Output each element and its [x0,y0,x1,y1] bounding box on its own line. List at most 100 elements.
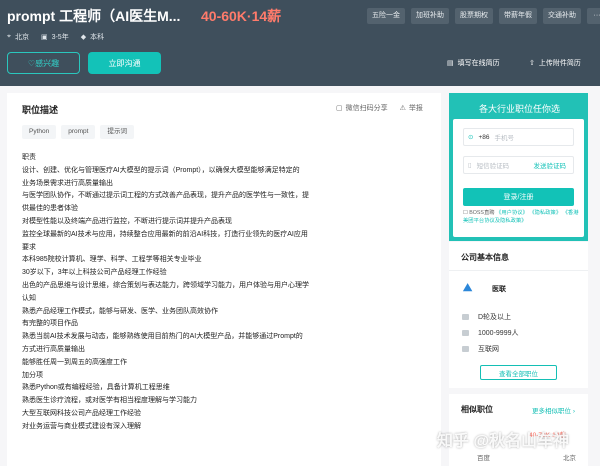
description-line: 出色的产品思维与设计思维，综合策划与表达能力，跨领域学习能力，用户体验与用户心理… [22,280,334,293]
benefit-tag: 带薪年假 [499,8,537,24]
skill-tag: prompt [61,125,95,139]
phone-placeholder: 手机号 [494,132,514,142]
funding-info: D轮及以上 [462,312,511,322]
description-line: 大型互联网科技公司产品经理工作经验 [22,408,334,421]
report-text: 举报 [409,103,423,113]
more-similar-jobs-link[interactable]: 更多相似职位 › [532,405,575,415]
benefit-tag: 五险一金 [367,8,405,24]
description-line: 熟悉产品经理工作模式，能够与研发、医学、业务团队高效协作 [22,306,334,319]
verification-code-input[interactable]: ▯ 短信验证码 发送验证码 [463,156,574,174]
login-register-button[interactable]: 登录/注册 [463,188,574,206]
company-title: 公司基本信息 [461,252,509,263]
report-link[interactable]: ⚠举报 [400,103,423,113]
location-pin-icon: ⌖ [7,33,11,41]
description-line: 对模型性能以及终端产品进行监控，不断进行提示词并提升产品表现 [22,216,334,229]
check-icon: ⊙ [468,133,473,141]
job-header: prompt 工程师（AI医生M... 40-60K·14薪 五险一金 加班补助… [0,0,600,86]
funding-text: D轮及以上 [478,312,511,322]
verification-code-placeholder: 短信验证码 [477,160,510,170]
description-line: 与医学团队协作，不断通过提示词工程的方式改善产品表现，提升产品的医学性与一致性，… [22,190,334,203]
job-meta: ⌖ 北京 ▣ 3-5年 ◆ 本科 [7,32,104,42]
privacy-policy-link[interactable]: 《隐私政策》 [529,210,561,216]
similar-job-city: 北京 [563,452,576,462]
company-name[interactable]: 医联 [492,284,506,294]
industry-text: 互联网 [478,344,499,354]
industry-info: 互联网 [462,344,499,354]
description-line: 熟悉医生诊疗流程，或对医学有相当程度理解与学习能力 [22,395,334,408]
description-line: 方式进行高质量输出 [22,344,334,357]
description-line: 供最佳的患者体验 [22,203,334,216]
user-agreement-link[interactable]: 《用户协议》 [496,210,528,216]
description-line: 设计、创建、优化与管理医疗AI大模型的提示词（Prompt），以确保大模型能够满… [22,165,334,178]
send-code-button[interactable]: 发送验证码 [534,160,567,170]
interest-label: 感兴趣 [35,58,59,69]
job-title: prompt 工程师（AI医生M... [7,6,180,26]
fill-resume-link[interactable]: ▤ 填写在线简历 [447,58,500,68]
industry-icon [462,346,469,352]
login-title: 各大行业职位任你选 [479,102,560,115]
job-description-card: 职位描述 ▢微信扫码分享 ⚠举报 Python prompt 提示词 职责 设计… [7,93,441,466]
description-line: 监控全球最新的AI技术与应用，持续整合应用最新的前沿AI科技，打造行业领先的医疗… [22,229,334,242]
skill-tags: Python prompt 提示词 [22,125,134,139]
briefcase-icon: ▣ [41,33,48,41]
phone-prefix[interactable]: +86 [478,134,489,141]
company-logo-icon: ⛰ [463,282,482,292]
qr-icon: ▢ [336,104,343,112]
login-card: 各大行业职位任你选 ⊙ +86 手机号 ▯ 短信验证码 发送验证码 登录/注册 … [449,93,588,241]
login-form: ⊙ +86 手机号 ▯ 短信验证码 发送验证码 登录/注册 ☐ BOSS直聘 《… [453,119,584,237]
description-line: 熟悉当前AI技术发展与动态，能够熟练使用目前热门的AI大模型产品，并能够通过Pr… [22,331,334,344]
skill-tag: 提示词 [100,125,134,139]
more-benefits-button[interactable]: ··· [587,8,600,24]
chat-button[interactable]: 立即沟通 [88,52,161,74]
funding-icon [462,314,469,320]
experience-meta: ▣ 3-5年 [41,32,69,42]
size-info: 1000-9999人 [462,328,518,338]
description-line: 对业务运营与商业模式建设有深入理解 [22,421,334,434]
agreement-text: ☐ BOSS直聘 《用户协议》 《隐私政策》 《香港美团平台协议及隐私政策》 [463,209,582,225]
people-icon [462,330,469,336]
description-line: 30岁以下，3年以上科技公司产品经理工作经验 [22,267,334,280]
similar-jobs-title: 相似职位 [461,404,493,415]
view-all-jobs-button[interactable]: 查看全部职位 [480,365,557,380]
description-line: 熟悉Python或有编程经验，具备计算机工程思维 [22,382,334,395]
agreement-prefix: BOSS直聘 [469,210,494,216]
share-text: 微信扫码分享 [346,103,388,113]
description-line: 业务场景需求进行高质量输出 [22,178,334,191]
heart-icon: ♡ [28,59,35,68]
watermark: 知乎 @秋名山车神 [437,427,569,451]
benefit-tag: 加班补助 [411,8,449,24]
description-title: 职位描述 [22,103,58,116]
education-meta: ◆ 本科 [81,32,104,42]
graduation-cap-icon: ◆ [81,33,86,41]
phone-input[interactable]: ⊙ +86 手机号 [463,128,574,146]
location-meta: ⌖ 北京 [7,32,29,42]
upload-resume-link[interactable]: ⇧ 上传附件简历 [529,58,581,68]
upload-resume-text: 上传附件简历 [539,58,581,68]
message-icon: ▯ [468,161,472,169]
description-actions: ▢微信扫码分享 ⚠举报 [336,103,423,113]
description-line: 要求 [22,242,334,255]
size-text: 1000-9999人 [478,328,518,338]
company-card: 公司基本信息 ⛰ 医联 D轮及以上 1000-9999人 互联网 查看全部职位 [449,242,588,388]
share-link[interactable]: ▢微信扫码分享 [336,103,388,113]
divider [449,270,588,271]
experience-text: 3-5年 [52,32,69,42]
location-text: 北京 [15,32,29,42]
upload-icon: ⇧ [529,59,535,67]
warning-icon: ⚠ [400,104,406,112]
salary: 40-60K·14薪 [201,6,281,26]
benefit-tags: 五险一金 加班补助 股票期权 带薪年假 交通补助 ··· [367,8,600,24]
fill-resume-text: 填写在线简历 [458,58,500,68]
agreement-checkbox[interactable]: ☐ [463,210,468,216]
description-line: 认知 [22,293,334,306]
resume-edit-icon: ▤ [447,59,454,67]
interest-button[interactable]: ♡ 感兴趣 [7,52,80,74]
description-line: 加分项 [22,370,334,383]
job-description-text: 职责 设计、创建、优化与管理医疗AI大模型的提示词（Prompt），以确保大模型… [22,152,334,434]
similar-job-company: 百度 [477,452,490,462]
description-line: 有完整的项目作品 [22,318,334,331]
benefit-tag: 交通补助 [543,8,581,24]
education-text: 本科 [90,32,104,42]
description-line: 本科985院校计算机、理学、科学、工程学等相关专业毕业 [22,254,334,267]
benefit-tag: 股票期权 [455,8,493,24]
